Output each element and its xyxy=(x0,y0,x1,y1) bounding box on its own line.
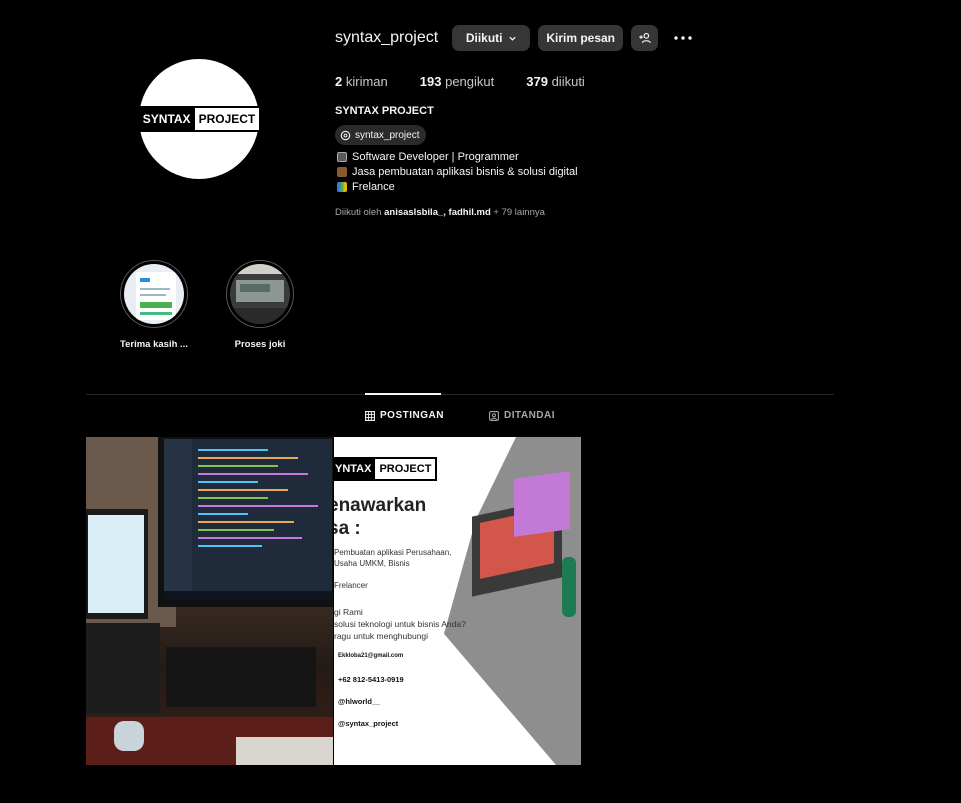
flyer-heading: sa : xyxy=(334,518,361,539)
flyer-logo: YNTAX PROJECT xyxy=(334,457,438,481)
flyer-instagram: @syntax_project xyxy=(338,719,399,728)
flyer-text: Usaha UMKM, Bisnis xyxy=(334,559,410,568)
grid-icon xyxy=(365,410,375,421)
posts-stat: 2 kiriman xyxy=(335,74,388,89)
tab-tagged[interactable]: DITANDAI xyxy=(489,410,555,421)
message-button[interactable]: Kirim pesan xyxy=(538,25,624,51)
followers-count: 193 xyxy=(419,74,442,89)
highlight-label: Proses joki xyxy=(234,339,286,350)
post-photo-speaker xyxy=(166,647,316,707)
flyer-instagram: @hlworld__ xyxy=(338,697,381,706)
followed-by-names: anisaslsbila_, fadhil.md xyxy=(384,207,491,218)
post-thumbnail[interactable] xyxy=(86,437,333,765)
following-label: diikuti xyxy=(551,74,585,89)
posts-count: 2 xyxy=(335,74,343,89)
highlight-item[interactable]: Proses joki xyxy=(210,260,310,350)
tab-tagged-label: DITANDAI xyxy=(504,410,556,421)
post-photo-earbuds-case xyxy=(114,721,144,751)
bio-text: Software Developer | Programmer xyxy=(352,151,519,163)
profile-avatar[interactable]: SYNTAX PROJECT xyxy=(136,59,262,179)
flyer-text: gi Rami xyxy=(334,607,363,617)
highlight-thumbnail xyxy=(124,264,184,324)
briefcase-emoji-icon xyxy=(337,167,347,178)
more-options-button[interactable] xyxy=(670,25,696,51)
profile-bio: Software Developer | Programmer Jasa pem… xyxy=(337,150,578,194)
following-button-label: Diikuti xyxy=(465,31,503,45)
tabs-divider xyxy=(86,394,834,395)
post-thumbnail[interactable]: YNTAX PROJECT enawarkan sa : Pembuatan a… xyxy=(334,437,581,765)
followed-by[interactable]: Diikuti oleh anisaslsbila_, fadhil.md + … xyxy=(335,207,545,218)
more-icon xyxy=(674,36,692,40)
bio-line: Jasa pembuatan aplikasi bisnis & solusi … xyxy=(337,165,578,180)
bio-text: Jasa pembuatan aplikasi bisnis & solusi … xyxy=(352,165,578,178)
suggest-people-button[interactable] xyxy=(631,25,659,51)
following-count: 379 xyxy=(526,74,548,89)
followers-stat[interactable]: 193 pengikut xyxy=(420,74,494,89)
highlight-label: Terima kasih ... xyxy=(120,339,188,350)
highlight-item[interactable]: Terima kasih ... xyxy=(104,260,204,350)
flyer-text: Frelancer xyxy=(334,581,368,590)
flyer-illustration-window xyxy=(514,471,570,537)
tab-posts-label: POSTINGAN xyxy=(380,410,444,421)
followed-by-prefix: Diikuti oleh xyxy=(335,207,382,218)
post-photo-screen xyxy=(164,439,332,599)
message-button-label: Kirim pesan xyxy=(546,31,616,45)
chevron-down-icon xyxy=(508,36,516,41)
threads-handle: syntax_project xyxy=(355,129,420,141)
avatar-logo: SYNTAX PROJECT xyxy=(136,106,262,132)
highlight-ring xyxy=(120,260,188,328)
tab-posts[interactable]: POSTINGAN xyxy=(365,410,444,421)
flyer-text: ragu untuk menghubungi xyxy=(334,631,429,641)
posts-label: kiriman xyxy=(345,74,388,89)
active-tab-indicator xyxy=(365,393,441,395)
avatar-logo-right: PROJECT xyxy=(194,108,260,130)
highlight-ring xyxy=(226,260,294,328)
username[interactable]: syntax_project xyxy=(335,29,438,47)
bio-line: Software Developer | Programmer xyxy=(337,150,578,165)
profile-stats: 2 kiriman 193 pengikut 379 diikuti xyxy=(335,74,585,89)
flyer-email: Ekkloba21@gmail.com xyxy=(338,653,404,659)
following-button[interactable]: Diikuti xyxy=(452,25,531,51)
flyer-phone: +62 812-5413-0919 xyxy=(338,675,404,684)
followed-by-suffix: + 79 lainnya xyxy=(493,207,545,218)
bio-line: Frelance xyxy=(337,180,578,195)
post-photo-keyboard xyxy=(236,737,333,765)
flyer-logo-right: PROJECT xyxy=(375,459,436,479)
flyer-logo-left: YNTAX xyxy=(334,459,376,479)
avatar-logo-left: SYNTAX xyxy=(138,108,195,130)
flyer-text: solusi teknologi untuk bisnis Anda? xyxy=(334,619,466,629)
post-photo-laptop-keyboard xyxy=(86,623,160,713)
threads-badge[interactable]: syntax_project xyxy=(335,125,427,145)
profile-header: syntax_project Diikuti Kirim pesan xyxy=(335,25,696,51)
flyer-heading: enawarkan xyxy=(334,495,427,516)
flyer-text: Pembuatan aplikasi Perusahaan, xyxy=(334,548,452,557)
flyer-illustration-person xyxy=(562,557,576,617)
post-photo-laptop-screen xyxy=(86,509,148,619)
highlight-thumbnail xyxy=(230,264,290,324)
full-name: SYNTAX PROJECT xyxy=(335,105,434,117)
followers-label: pengikut xyxy=(445,74,495,89)
add-person-icon xyxy=(638,32,651,44)
following-stat[interactable]: 379 diikuti xyxy=(526,74,585,89)
books-emoji-icon xyxy=(337,181,347,192)
bio-text: Frelance xyxy=(352,180,395,193)
threads-icon xyxy=(340,130,351,140)
tagged-icon xyxy=(489,410,499,421)
computer-emoji-icon xyxy=(337,152,347,163)
